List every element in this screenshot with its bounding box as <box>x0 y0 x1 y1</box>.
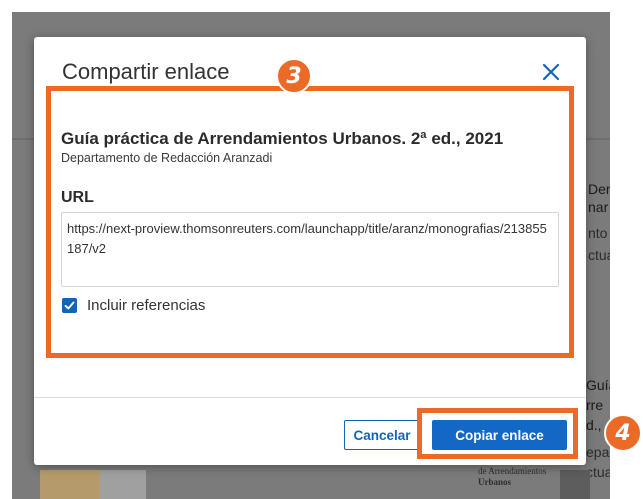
close-button[interactable] <box>533 57 569 87</box>
bg-card-line: nar <box>588 199 609 215</box>
bg-card-line: rre <box>586 397 604 413</box>
thumbnail-caption: de Arrendamientos <box>478 466 547 476</box>
cancel-button[interactable]: Cancelar <box>344 420 420 450</box>
include-references-label: Incluir referencias <box>87 296 206 314</box>
bg-card-line: Dere <box>588 181 610 197</box>
close-icon <box>542 63 560 81</box>
bg-card-line: epa <box>586 444 610 460</box>
book-thumbnail <box>100 470 146 499</box>
document-title: Guía práctica de Arrendamientos Urbanos.… <box>61 129 504 148</box>
bg-card-line: nto <box>588 225 608 241</box>
include-references-checkbox[interactable] <box>62 297 77 313</box>
thumbnail-caption: Urbanos <box>478 477 512 487</box>
step-4-badge: 4 <box>604 414 642 452</box>
dialog-title: Compartir enlace <box>62 59 230 84</box>
copy-link-button[interactable]: Copiar enlace <box>432 420 567 450</box>
step-3-badge: 3 <box>276 58 312 94</box>
checkmark-icon <box>64 301 75 309</box>
footer-divider <box>34 397 586 398</box>
url-label: URL <box>61 189 94 206</box>
book-thumbnail <box>560 470 590 499</box>
include-references-option[interactable]: Incluir referencias <box>62 295 205 315</box>
bg-card-line: Guía <box>586 377 610 393</box>
document-author: Departamento de Redacción Aranzadi <box>61 151 273 165</box>
top-band <box>0 0 643 12</box>
book-thumbnail <box>40 470 100 499</box>
share-link-dialog: Compartir enlace Guía práctica de Arrend… <box>34 37 586 465</box>
url-field[interactable]: https://next-proview.thomsonreuters.com/… <box>61 212 559 287</box>
bg-card-line: ctua <box>588 247 610 263</box>
